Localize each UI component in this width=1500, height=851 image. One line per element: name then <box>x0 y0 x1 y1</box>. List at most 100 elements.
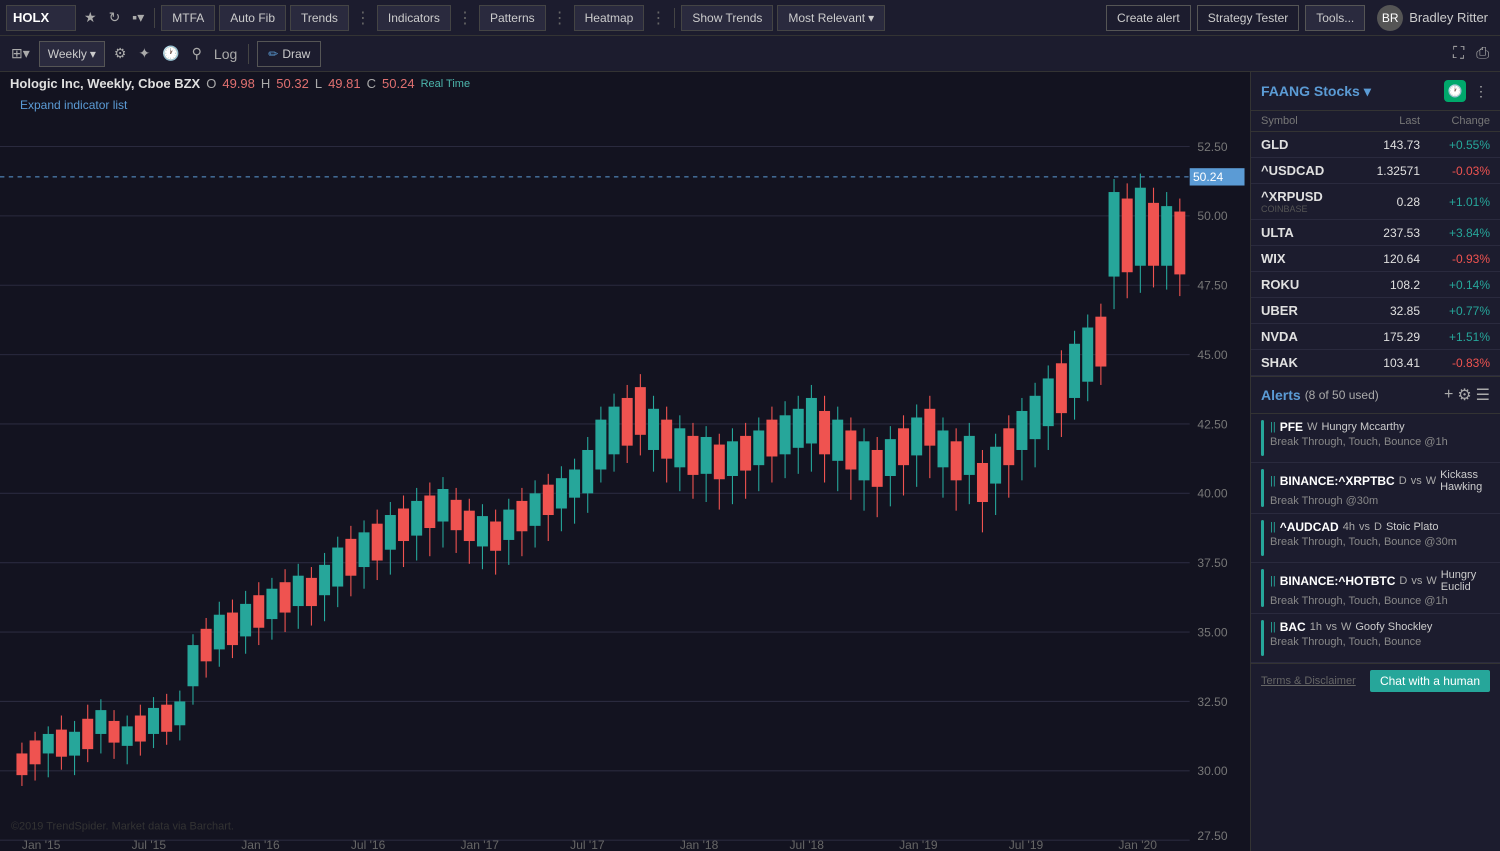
last-price: 1.32571 <box>1350 164 1420 178</box>
symbol-name: ROKU <box>1261 277 1350 292</box>
strategy-tester-button[interactable]: Strategy Tester <box>1197 5 1299 31</box>
svg-text:Jan '18: Jan '18 <box>680 838 719 851</box>
watchlist-row[interactable]: ^XRPUSD COINBASE 0.28 +1.01% <box>1251 184 1500 220</box>
high-label: H <box>261 76 270 91</box>
refresh-icon[interactable]: ↻ <box>105 7 125 28</box>
alert-tf2: W <box>1426 575 1436 587</box>
alert-top-line: || BAC 1h vs W Goofy Shockley <box>1270 620 1490 634</box>
most-relevant-button[interactable]: Most Relevant ▾ <box>777 5 885 31</box>
alert-item[interactable]: || PFE W Hungry Mccarthy Break Through, … <box>1251 414 1500 463</box>
symbol-name: ULTA <box>1261 225 1350 240</box>
share-icon[interactable]: ⎙ <box>1473 42 1492 66</box>
last-price: 120.64 <box>1350 252 1420 266</box>
svg-text:Jul '19: Jul '19 <box>1009 838 1044 851</box>
watchlist-rows: GLD 143.73 +0.55% ^USDCAD 1.32571 -0.03%… <box>1251 132 1500 376</box>
watchlist-row[interactable]: GLD 143.73 +0.55% <box>1251 132 1500 158</box>
terms-link[interactable]: Terms & Disclaimer <box>1261 675 1356 687</box>
alert-top-line: || ^AUDCAD 4h vs D Stoic Plato <box>1270 520 1490 534</box>
main-area: Hologic Inc, Weekly, Cboe BZX O 49.98 H … <box>0 72 1500 851</box>
svg-text:30.00: 30.00 <box>1197 764 1228 778</box>
alert-tf2: D <box>1374 521 1382 533</box>
more-btn-1[interactable]: ⋮ <box>353 8 373 28</box>
svg-text:45.00: 45.00 <box>1197 348 1228 362</box>
more-btn-2[interactable]: ⋮ <box>455 8 475 28</box>
heatmap-button[interactable]: Heatmap <box>574 5 645 31</box>
autofib-button[interactable]: Auto Fib <box>219 5 286 31</box>
chart-area[interactable]: Hologic Inc, Weekly, Cboe BZX O 49.98 H … <box>0 72 1250 851</box>
chart-type-icon[interactable]: ▪▾ <box>128 7 148 28</box>
sidebar: FAANG Stocks ▾ 🕐 ⋮ Symbol Last Change GL… <box>1250 72 1500 851</box>
show-trends-button[interactable]: Show Trends <box>681 5 773 31</box>
svg-text:42.50: 42.50 <box>1197 417 1228 431</box>
watchlist-row[interactable]: ^USDCAD 1.32571 -0.03% <box>1251 158 1500 184</box>
alerts-header: Alerts (8 of 50 used) + ⚙ ☰ <box>1251 377 1500 414</box>
star-icon[interactable]: ★ <box>80 7 101 28</box>
svg-text:Jan '16: Jan '16 <box>241 838 280 851</box>
change-value: +0.77% <box>1420 304 1490 318</box>
user-profile[interactable]: BR Bradley Ritter <box>1371 3 1494 33</box>
magnet-icon[interactable]: ⚲ <box>189 42 205 65</box>
alert-item[interactable]: || BAC 1h vs W Goofy Shockley Break Thro… <box>1251 614 1500 663</box>
clock-icon[interactable]: 🕐 <box>1444 80 1466 102</box>
indicators-button[interactable]: Indicators <box>377 5 451 31</box>
expand-indicator-link[interactable]: Expand indicator list <box>10 96 137 114</box>
symbol-name: GLD <box>1261 137 1350 152</box>
last-price: 103.41 <box>1350 356 1420 370</box>
watchlist-row[interactable]: UBER 32.85 +0.77% <box>1251 298 1500 324</box>
watchlist-row[interactable]: NVDA 175.29 +1.51% <box>1251 324 1500 350</box>
alert-item[interactable]: || ^AUDCAD 4h vs D Stoic Plato Break Thr… <box>1251 514 1500 563</box>
watchlist-row[interactable]: WIX 120.64 -0.93% <box>1251 246 1500 272</box>
watchlist-row[interactable]: ULTA 237.53 +3.84% <box>1251 220 1500 246</box>
svg-text:50.00: 50.00 <box>1197 209 1228 223</box>
clock-icon[interactable]: 🕐 <box>159 42 182 65</box>
alerts-list-button[interactable]: ☰ <box>1476 385 1490 405</box>
change-value: -0.93% <box>1420 252 1490 266</box>
realtime-badge: Real Time <box>421 78 471 90</box>
separator-3 <box>248 44 249 64</box>
draw-button[interactable]: ✏ Draw <box>257 41 321 67</box>
ticker-input[interactable] <box>6 5 76 31</box>
alert-tf2: W <box>1426 475 1436 487</box>
col-symbol: Symbol <box>1261 115 1350 127</box>
watchlist-title[interactable]: FAANG Stocks ▾ <box>1261 83 1438 100</box>
symbol-name: NVDA <box>1261 329 1350 344</box>
alert-tf: 4h <box>1343 521 1355 533</box>
watchlist-row[interactable]: SHAK 103.41 -0.83% <box>1251 350 1500 376</box>
last-price: 0.28 <box>1350 195 1420 209</box>
alert-icon: || <box>1270 621 1276 633</box>
settings-icon[interactable]: ⚙ <box>111 42 130 65</box>
chart-info-bar: Hologic Inc, Weekly, Cboe BZX O 49.98 H … <box>0 72 1250 95</box>
alert-vs: vs <box>1359 521 1370 533</box>
alert-item[interactable]: || BINANCE:^HOTBTC D vs W Hungry Euclid … <box>1251 563 1500 614</box>
more-btn-4[interactable]: ⋮ <box>648 8 668 28</box>
add-alert-button[interactable]: + <box>1444 386 1453 404</box>
mtfa-button[interactable]: MTFA <box>161 5 215 31</box>
create-alert-button[interactable]: Create alert <box>1106 5 1191 31</box>
alert-desc: Break Through, Touch, Bounce @1h <box>1270 595 1490 607</box>
alert-author: Goofy Shockley <box>1355 621 1432 633</box>
more-btn-3[interactable]: ⋮ <box>550 8 570 28</box>
alert-top-line: || PFE W Hungry Mccarthy <box>1270 420 1490 434</box>
alerts-section: Alerts (8 of 50 used) + ⚙ ☰ || PFE W Hun… <box>1251 376 1500 663</box>
chat-button[interactable]: Chat with a human <box>1370 670 1490 692</box>
alert-indicator <box>1261 420 1264 456</box>
timeframe-button[interactable]: Weekly ▾ <box>39 41 105 67</box>
tools-button[interactable]: Tools... <box>1305 5 1365 31</box>
trends-button[interactable]: Trends <box>290 5 349 31</box>
patterns-button[interactable]: Patterns <box>479 5 546 31</box>
alerts-settings-button[interactable]: ⚙ <box>1457 385 1471 405</box>
alert-vs: vs <box>1411 475 1422 487</box>
more-icon[interactable]: ⋮ <box>1472 81 1490 102</box>
alert-item[interactable]: || BINANCE:^XRPTBC D vs W Kickass Hawkin… <box>1251 463 1500 514</box>
cursor-icon[interactable]: ✦ <box>135 42 153 65</box>
watchlist-row[interactable]: ROKU 108.2 +0.14% <box>1251 272 1500 298</box>
svg-text:52.50: 52.50 <box>1197 140 1228 154</box>
log-icon[interactable]: Log <box>211 43 240 65</box>
chart-canvas-wrapper[interactable]: 52.50 50.00 47.50 45.00 42.50 40.00 37.5… <box>0 114 1250 851</box>
fullscreen-icon[interactable]: ⛶ <box>1450 42 1467 66</box>
symbol-name: ^USDCAD <box>1261 163 1350 178</box>
panel-icon[interactable]: ⊞▾ <box>8 42 33 65</box>
symbol-name: ^XRPUSD <box>1261 189 1350 204</box>
chart-svg: 52.50 50.00 47.50 45.00 42.50 40.00 37.5… <box>0 114 1250 851</box>
most-relevant-label: Most Relevant <box>788 11 865 25</box>
